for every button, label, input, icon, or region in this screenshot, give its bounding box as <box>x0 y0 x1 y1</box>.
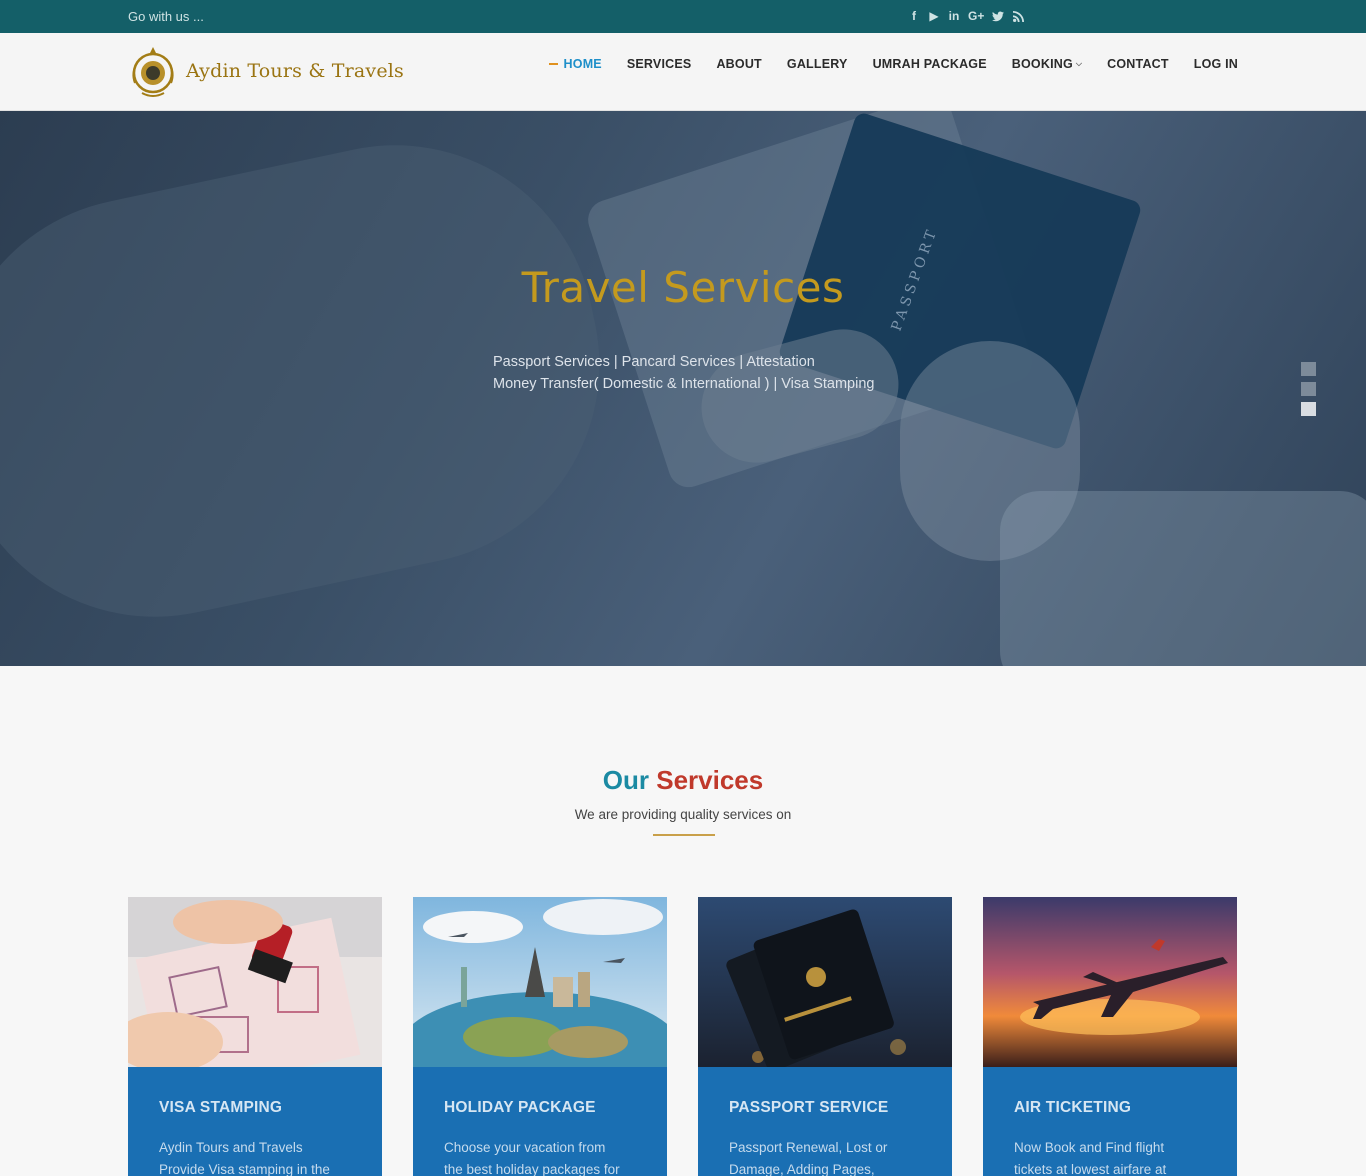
services-heading: Our Services <box>0 765 1366 796</box>
youtube-icon[interactable]: ▶ <box>928 8 940 24</box>
hero-bg-sleeve <box>1000 491 1366 666</box>
twitter-icon[interactable] <box>992 8 1005 24</box>
service-card-description-line-2: the best holiday packages for <box>444 1162 620 1176</box>
nav-home[interactable]: HOME <box>548 57 602 71</box>
air-ticketing-image <box>983 897 1237 1067</box>
service-card-description: Aydin Tours and Travels Provide Visa stam… <box>159 1137 359 1176</box>
nav-booking-label: BOOKING <box>1011 57 1073 71</box>
top-bar: Go with us ... f ▶ in G+ <box>0 0 1366 33</box>
linkedin-icon[interactable]: in <box>948 8 960 24</box>
tagline: Go with us ... <box>128 9 204 24</box>
nav-about[interactable]: ABOUT <box>716 57 761 71</box>
service-card-holiday-package[interactable]: HOLIDAY PACKAGE Choose your vacation fro… <box>413 897 667 1176</box>
hero-subtitle-line-1: Passport Services | Pancard Services | A… <box>493 354 815 370</box>
slider-pagination <box>1301 362 1316 416</box>
main-nav: HOME SERVICES ABOUT GALLERY UMRAH PACKAG… <box>548 57 1238 71</box>
logo-emblem-icon <box>132 47 174 97</box>
service-card-description-line-2: Provide Visa stamping in the <box>159 1162 330 1176</box>
service-card-description-line-1: Now Book and Find flight <box>1014 1140 1165 1155</box>
active-indicator <box>548 63 558 65</box>
nav-login[interactable]: LOG IN <box>1194 57 1238 71</box>
nav-contact[interactable]: CONTACT <box>1107 57 1169 71</box>
nav-services[interactable]: SERVICES <box>627 57 692 71</box>
chevron-down-icon: ⌵ <box>1075 59 1083 68</box>
service-card-description: Passport Renewal, Lost or Damage, Adding … <box>729 1137 929 1176</box>
site-header: Aydin Tours & Travels HOME SERVICES ABOU… <box>0 33 1366 111</box>
services-divider <box>653 834 715 836</box>
nav-umrah-package[interactable]: UMRAH PACKAGE <box>873 57 987 71</box>
services-heading-part-2: Services <box>656 765 764 795</box>
service-card-description-line-2: Damage, Adding Pages, <box>729 1162 875 1176</box>
service-card-title: PASSPORT SERVICE <box>729 1099 889 1116</box>
logo[interactable]: Aydin Tours & Travels <box>128 43 404 99</box>
rss-icon[interactable] <box>1012 8 1024 24</box>
service-card-description-line-1: Passport Renewal, Lost or <box>729 1140 888 1155</box>
services-subtitle: We are providing quality services on <box>574 807 792 822</box>
social-links: f ▶ in G+ <box>908 8 1024 24</box>
service-card-air-ticketing[interactable]: AIR TICKETING Now Book and Find flight ti… <box>983 897 1237 1176</box>
service-card-description-line-1: Choose your vacation from <box>444 1140 606 1155</box>
service-card-title: HOLIDAY PACKAGE <box>444 1099 596 1116</box>
hero-subtitle: Passport Services | Pancard Services | A… <box>493 351 874 395</box>
nav-home-label: HOME <box>563 57 602 71</box>
service-card-title: VISA STAMPING <box>159 1099 283 1116</box>
service-card-title: AIR TICKETING <box>1014 1099 1132 1116</box>
nav-booking[interactable]: BOOKING ⌵ <box>1012 57 1082 71</box>
facebook-icon[interactable]: f <box>908 8 920 24</box>
service-card-description-line-2: tickets at lowest airfare at <box>1014 1162 1167 1176</box>
google-plus-icon[interactable]: G+ <box>968 8 984 24</box>
service-card-passport-service[interactable]: PASSPORT SERVICE Passport Renewal, Lost … <box>698 897 952 1176</box>
service-card-visa-stamping[interactable]: VISA STAMPING Aydin Tours and Travels Pro… <box>128 897 382 1176</box>
service-card-description: Now Book and Find flight tickets at lowes… <box>1014 1137 1214 1176</box>
visa-stamping-image <box>128 897 382 1067</box>
passport-service-image <box>698 897 952 1067</box>
hero-title: Travel Services <box>521 263 845 312</box>
hero-slider: PASSPORT Travel Services Passport Servic… <box>0 111 1366 666</box>
services-heading-part-1: Our <box>602 765 649 795</box>
holiday-package-image <box>413 897 667 1067</box>
brand-name: Aydin Tours & Travels <box>186 60 404 82</box>
service-card-description: Choose your vacation from the best holida… <box>444 1137 644 1176</box>
service-card-description-line-1: Aydin Tours and Travels <box>159 1140 303 1155</box>
slider-dot-3[interactable] <box>1301 402 1316 416</box>
hero-subtitle-line-2: Money Transfer( Domestic & International… <box>493 376 875 392</box>
slider-dot-1[interactable] <box>1301 362 1316 376</box>
slider-dot-2[interactable] <box>1301 382 1316 396</box>
nav-gallery[interactable]: GALLERY <box>787 57 848 71</box>
